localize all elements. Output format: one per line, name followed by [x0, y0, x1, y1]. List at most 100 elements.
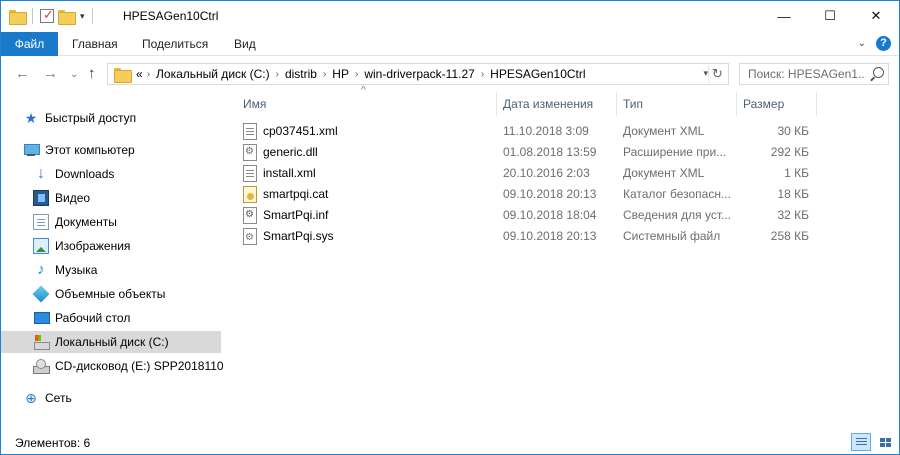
- music-icon: ♪: [37, 261, 45, 278]
- nav-item-cd-drive[interactable]: CD-дисковод (E:) SPP2018110: [33, 355, 224, 377]
- tab-home[interactable]: Главная: [58, 32, 132, 56]
- search-box[interactable]: [739, 63, 889, 85]
- help-icon[interactable]: ?: [876, 36, 891, 51]
- nav-item-label: CD-дисковод (E:) SPP2018110: [55, 359, 224, 373]
- breadcrumb-overflow[interactable]: «: [136, 67, 143, 81]
- maximize-button[interactable]: ☐: [807, 1, 853, 31]
- nav-item-3d-objects[interactable]: Объемные объекты: [32, 283, 165, 305]
- file-row[interactable]: install.xml 20.10.2016 2:03 Документ XML…: [239, 163, 819, 184]
- breadcrumb-separator[interactable]: ›: [481, 69, 484, 80]
- file-type: Системный файл: [623, 229, 721, 243]
- refresh-icon[interactable]: ↻: [708, 65, 726, 83]
- computer-icon: [23, 142, 40, 158]
- nav-item-label: Музыка: [55, 263, 98, 277]
- breadcrumb-separator[interactable]: ›: [276, 69, 279, 80]
- file-size: 1 КБ: [784, 166, 809, 180]
- nav-item-label: Сеть: [45, 391, 72, 405]
- file-row[interactable]: cp037451.xml 11.10.2018 3:09 Документ XM…: [239, 121, 819, 142]
- nav-item-this-pc[interactable]: Этот компьютер: [23, 139, 135, 161]
- file-type: Документ XML: [623, 124, 705, 138]
- breadcrumb: « › Локальный диск (C:) › distrib › HP ›…: [136, 67, 586, 81]
- desktop-icon: [33, 310, 50, 326]
- file-list: ^ Имя Дата изменения Тип Размер cp037451…: [233, 85, 899, 429]
- address-bar[interactable]: « › Локальный диск (C:) › distrib › HP ›…: [107, 63, 729, 85]
- search-input[interactable]: [748, 67, 866, 81]
- nav-item-label: Документы: [55, 215, 117, 229]
- nav-item-documents[interactable]: Документы: [33, 211, 117, 233]
- window-title: HPESAGen10Ctrl: [123, 9, 219, 23]
- new-folder-icon[interactable]: [58, 9, 76, 25]
- cd-drive-icon: [33, 358, 50, 374]
- nav-item-label: Локальный диск (C:): [55, 335, 169, 349]
- file-row[interactable]: SmartPqi.sys 09.10.2018 20:13 Системный …: [239, 226, 819, 247]
- window-folder-icon: [9, 9, 27, 25]
- explorer-window: ▾ HPESAGen10Ctrl — ☐ ✕ Файл Главная Поде…: [0, 0, 900, 455]
- toolbar-divider: [91, 8, 93, 24]
- nav-item-downloads[interactable]: ↓ Downloads: [33, 163, 114, 185]
- 3d-objects-icon: [32, 285, 50, 303]
- nav-item-quick-access[interactable]: ★ Быстрый доступ: [23, 107, 136, 129]
- item-count: Элементов: 6: [15, 436, 91, 450]
- expand-ribbon-icon[interactable]: ⌄: [858, 38, 866, 49]
- file-name: SmartPqi.sys: [263, 229, 334, 243]
- nav-item-local-disk[interactable]: Локальный диск (C:): [1, 331, 221, 353]
- column-header-date[interactable]: Дата изменения: [497, 92, 617, 116]
- breadcrumb-separator[interactable]: ›: [355, 69, 358, 80]
- nav-item-label: Быстрый доступ: [45, 111, 137, 125]
- nav-item-music[interactable]: ♪ Музыка: [33, 259, 97, 281]
- file-row[interactable]: SmartPqi.inf 09.10.2018 18:04 Сведения д…: [239, 205, 819, 226]
- file-type: Сведения для уст...: [623, 208, 732, 222]
- file-name: install.xml: [263, 166, 316, 180]
- customize-toolbar-icon[interactable]: ▾: [80, 11, 85, 22]
- file-size: 258 КБ: [770, 229, 809, 243]
- nav-item-video[interactable]: Видео: [33, 187, 90, 209]
- file-type: Каталог безопасн...: [623, 187, 731, 201]
- tab-view[interactable]: Вид: [220, 32, 270, 56]
- breadcrumb-hp[interactable]: HP: [332, 67, 349, 81]
- forward-button[interactable]: →: [43, 65, 58, 82]
- breadcrumb-separator[interactable]: ›: [147, 69, 150, 80]
- recent-locations-button[interactable]: ⌄: [70, 69, 78, 80]
- inf-file-icon: [243, 207, 257, 224]
- download-icon: ↓: [37, 165, 45, 182]
- large-icons-view-icon[interactable]: [875, 433, 895, 451]
- file-type: Расширение при...: [623, 145, 727, 159]
- file-row[interactable]: smartpqi.cat 09.10.2018 20:13 Каталог бе…: [239, 184, 819, 205]
- file-date: 20.10.2016 2:03: [503, 166, 590, 180]
- ribbon-tabs: Файл Главная Поделиться Вид ⌄ ?: [1, 32, 899, 56]
- file-name: generic.dll: [263, 145, 318, 159]
- breadcrumb-current[interactable]: HPESAGen10Ctrl: [490, 67, 585, 81]
- nav-item-network[interactable]: ⊕ Сеть: [23, 387, 72, 409]
- nav-item-desktop[interactable]: Рабочий стол: [33, 307, 130, 329]
- details-view-icon[interactable]: [851, 433, 871, 451]
- nav-item-label: Видео: [55, 191, 91, 205]
- toolbar-divider: [32, 8, 33, 24]
- dll-file-icon: [243, 144, 257, 161]
- minimize-button[interactable]: —: [761, 1, 807, 31]
- back-button[interactable]: ←: [15, 65, 30, 82]
- properties-icon[interactable]: [40, 7, 54, 23]
- title-bar: ▾ HPESAGen10Ctrl — ☐ ✕: [1, 1, 899, 32]
- tab-file[interactable]: Файл: [1, 32, 58, 56]
- file-date: 09.10.2018 18:04: [503, 208, 597, 222]
- breadcrumb-driverpack[interactable]: win-driverpack-11.27: [364, 67, 475, 81]
- up-button[interactable]: ↑: [88, 65, 96, 82]
- column-header-name[interactable]: Имя: [237, 92, 497, 116]
- navigation-pane: ★ Быстрый доступ Этот компьютер ↓ Downlo…: [1, 93, 224, 429]
- column-header-type[interactable]: Тип: [617, 92, 737, 116]
- column-header-size[interactable]: Размер: [737, 92, 817, 116]
- navigation-bar: ← → ⌄ ↑ « › Локальный диск (C:) › distri…: [1, 57, 899, 91]
- file-row[interactable]: generic.dll 01.08.2018 13:59 Расширение …: [239, 142, 819, 163]
- breadcrumb-local-disk[interactable]: Локальный диск (C:): [156, 67, 270, 81]
- file-size: 30 КБ: [777, 124, 809, 138]
- tab-share[interactable]: Поделиться: [128, 32, 222, 56]
- file-name: SmartPqi.inf: [263, 208, 329, 222]
- close-button[interactable]: ✕: [853, 1, 899, 31]
- file-date: 09.10.2018 20:13: [503, 229, 597, 243]
- breadcrumb-distrib[interactable]: distrib: [285, 67, 317, 81]
- file-size: 292 КБ: [770, 145, 809, 159]
- search-icon[interactable]: [873, 67, 884, 78]
- nav-item-pictures[interactable]: Изображения: [33, 235, 130, 257]
- breadcrumb-separator[interactable]: ›: [323, 69, 326, 80]
- nav-item-label: Изображения: [55, 239, 131, 253]
